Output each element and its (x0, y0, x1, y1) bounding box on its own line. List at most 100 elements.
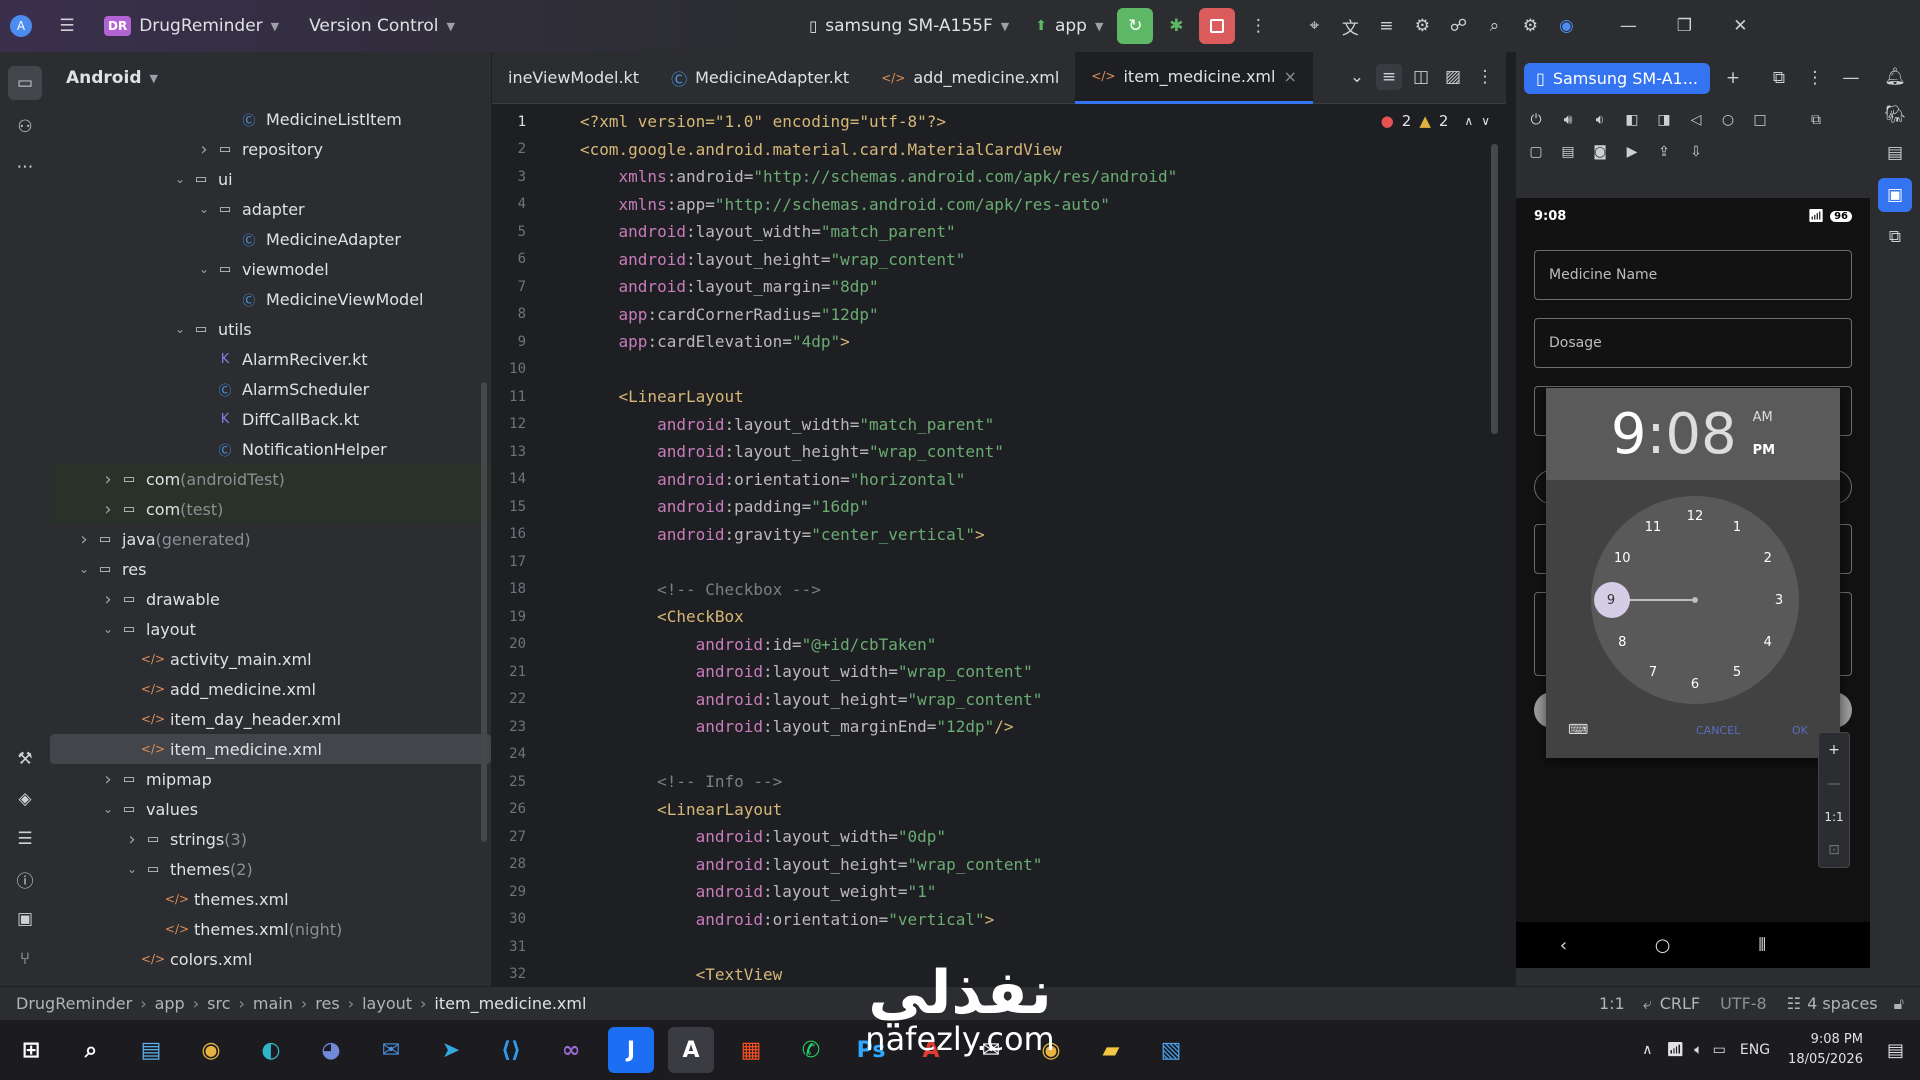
tree-row[interactable]: </> themes.xml (night) (50, 914, 491, 944)
tree-row[interactable]: Ⓒ AlarmScheduler (50, 374, 491, 404)
tree-row[interactable]: </> add_medicine.xml (50, 674, 491, 704)
chevron-down-icon[interactable]: ⌄ (170, 322, 190, 336)
tree-row[interactable]: ⌄ ▭ viewmodel (50, 254, 491, 284)
clock-number[interactable]: 9 (1599, 588, 1623, 612)
clock-number[interactable]: 4 (1756, 630, 1780, 654)
indent-setting[interactable]: 4 spaces (1807, 994, 1878, 1013)
power-icon[interactable]: ⏻ (1524, 108, 1548, 132)
device-tab[interactable]: ▯ Samsung SM-A1... (1524, 62, 1710, 94)
picker-cancel-button[interactable]: CANCEL (1696, 724, 1740, 737)
split-view-icon[interactable]: ◫ (1408, 64, 1434, 90)
previous-highlight-icon[interactable]: ∧ (1464, 114, 1473, 128)
zoom-out-icon[interactable]: — (1827, 776, 1841, 792)
photoshop-icon[interactable]: Ps (848, 1027, 894, 1073)
clock-number[interactable]: 10 (1610, 546, 1634, 570)
snapshot-icon[interactable]: ▤ (1556, 140, 1580, 164)
layout-inspector-icon[interactable]: ⌖ (1301, 13, 1327, 39)
clock-number[interactable]: 5 (1725, 661, 1749, 685)
wifi-icon[interactable]: 📶︎ (1666, 1042, 1684, 1058)
notifications-icon[interactable]: 🔔︎ (1882, 64, 1908, 90)
tree-row[interactable]: Ⓒ MedicineViewModel (50, 284, 491, 314)
nav-home-icon[interactable]: ○ (1655, 935, 1671, 956)
zoom-in-icon[interactable]: + (1828, 742, 1840, 758)
tree-row[interactable]: ⌄ ▭ adapter (50, 194, 491, 224)
chevron-right-icon[interactable]: › (98, 769, 118, 790)
tree-row[interactable]: › ▭ com (test) (50, 494, 491, 524)
mirror-icon[interactable]: ⧉ (1804, 108, 1828, 132)
clock-number[interactable]: 3 (1767, 588, 1791, 612)
chevron-down-icon[interactable]: ⌄ (194, 202, 214, 216)
picker-minute[interactable]: 08 (1665, 402, 1736, 467)
chrome-icon[interactable]: ◉ (188, 1027, 234, 1073)
chevron-down-icon[interactable]: ⌄ (170, 172, 190, 186)
phone-screen[interactable]: 9:08 📶︎ 96 Medicine Name Dosage 9 : 08 A… (1516, 198, 1870, 968)
tree-row[interactable]: › ▭ repository (50, 134, 491, 164)
device-manager-icon[interactable]: ▢ (1524, 140, 1548, 164)
tree-row[interactable]: › ▭ drawable (50, 584, 491, 614)
dosage-input[interactable]: Dosage (1534, 318, 1852, 368)
tree-row[interactable]: K DiffCallBack.kt (50, 404, 491, 434)
tree-row[interactable]: ⌄ ▭ values (50, 794, 491, 824)
tree-row[interactable]: › ▭ mipmap (50, 764, 491, 794)
notification-center-icon[interactable]: ▤ (1887, 1040, 1904, 1061)
design-view-icon[interactable]: ▨ (1440, 64, 1466, 90)
chevron-down-icon[interactable]: ⌄ (98, 802, 118, 816)
vscode-icon[interactable]: ⟨⟩ (488, 1027, 534, 1073)
tree-row[interactable]: Ⓒ MedicineListItem (50, 104, 491, 134)
home-icon[interactable]: ○ (1716, 108, 1740, 132)
telegram-icon[interactable]: ➤ (428, 1027, 474, 1073)
tree-row[interactable]: Ⓒ MedicineAdapter (50, 224, 491, 254)
chevron-right-icon[interactable]: › (122, 829, 142, 850)
clock[interactable]: 9:08 PM 18/05/2026 (1788, 1030, 1863, 1070)
code-with-me-icon[interactable]: ☍ (1445, 13, 1471, 39)
run-config-selector[interactable]: ⬆ app ▼ (1025, 8, 1113, 44)
export-icon[interactable]: ⇪ (1652, 140, 1676, 164)
editor-tab[interactable]: </> add_medicine.xml (865, 52, 1075, 104)
tabs-dropdown-icon[interactable]: ⌄ (1344, 64, 1370, 90)
nav-recents-icon[interactable]: ⦀ (1758, 935, 1766, 956)
tree-row[interactable]: K AlarmReciver.kt (50, 344, 491, 374)
nav-back-icon[interactable]: ‹ (1560, 935, 1567, 956)
picker-pm[interactable]: PM (1753, 443, 1775, 458)
import-icon[interactable]: ⇩ (1684, 140, 1708, 164)
running-devices-icon[interactable]: ▣ (1878, 178, 1912, 212)
clock-number[interactable]: 2 (1756, 546, 1780, 570)
tree-row[interactable]: ⌄ ▭ utils (50, 314, 491, 344)
tree-row[interactable]: </> colors.xml (50, 944, 491, 967)
breadcrumb-item[interactable]: res (315, 994, 339, 1013)
caret-position[interactable]: 1:1 (1599, 994, 1625, 1013)
tree-row[interactable]: › ▭ com (androidTest) (50, 464, 491, 494)
breadcrumb-item[interactable]: layout (362, 994, 412, 1013)
stop-icon[interactable] (1199, 8, 1236, 44)
editor-tab[interactable]: KineViewModel.kt (492, 52, 655, 104)
tree-row[interactable]: ⌄ ▭ themes (2) (50, 854, 491, 884)
photos-icon[interactable]: ▧ (1148, 1027, 1194, 1073)
translate-icon[interactable]: 文 (1337, 13, 1363, 39)
chrome-profile-icon[interactable]: ◉ (1028, 1027, 1074, 1073)
picker-am[interactable]: AM (1753, 410, 1775, 425)
more-tools-icon[interactable]: ⋯ (12, 154, 38, 180)
device-file-explorer-icon[interactable]: ▤ (1882, 140, 1908, 166)
inspection-widget[interactable]: ● 2 ▲ 2 ∧ ∨ (1381, 112, 1490, 130)
tree-row[interactable]: </> activity_main.xml (50, 644, 491, 674)
terminal-icon[interactable]: ▣ (12, 906, 38, 932)
editor-scrollbar[interactable] (1491, 144, 1498, 434)
tree-row[interactable]: </> themes.xml (50, 884, 491, 914)
rotate-left-icon[interactable]: ◧ (1620, 108, 1644, 132)
logcat-icon[interactable]: ☰ (12, 826, 38, 852)
search-icon[interactable]: ⌕ (1481, 13, 1507, 39)
clock-number[interactable]: 12 (1683, 504, 1707, 528)
chevron-down-icon[interactable]: ⌄ (194, 262, 214, 276)
tree-row[interactable]: Ⓒ NotificationHelper (50, 434, 491, 464)
more-actions-icon[interactable]: ⋮ (1245, 13, 1271, 39)
file-encoding[interactable]: UTF-8 (1720, 994, 1767, 1013)
whatsapp-icon[interactable]: ✆ (788, 1027, 834, 1073)
windows-start-icon[interactable]: ⊞ (8, 1027, 54, 1073)
input-language[interactable]: ENG (1740, 1042, 1770, 1058)
volume-icon[interactable]: 🔈︎ (1694, 1042, 1702, 1058)
screen-record-icon[interactable]: ▶ (1620, 140, 1644, 164)
chevron-down-icon[interactable]: ⌄ (122, 862, 142, 876)
lock-icon[interactable]: 🔓︎ (1894, 994, 1904, 1014)
breadcrumb-item[interactable]: main (253, 994, 293, 1013)
tree-row-selected[interactable]: </> item_medicine.xml (50, 734, 491, 764)
